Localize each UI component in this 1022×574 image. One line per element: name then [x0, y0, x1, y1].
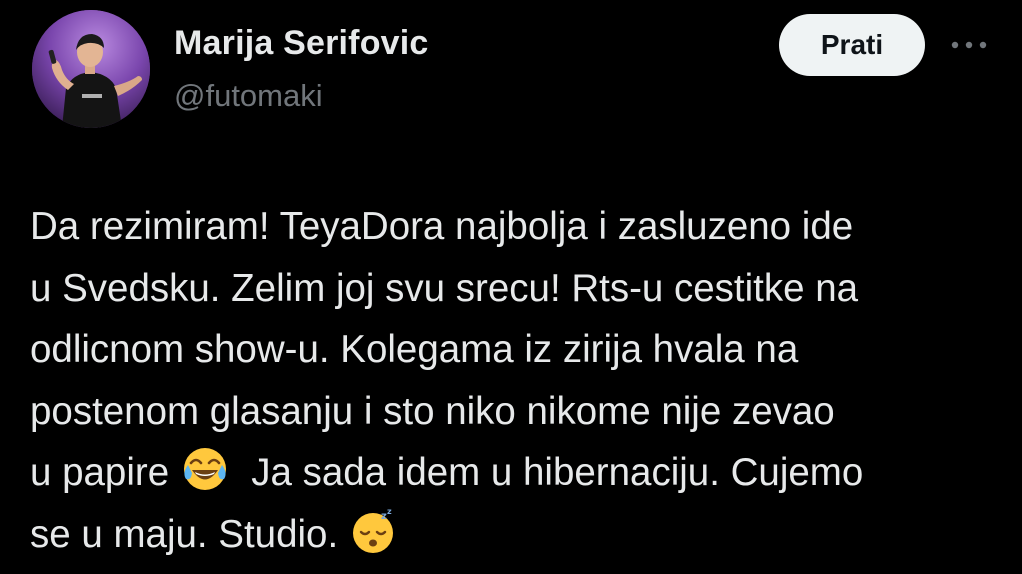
tweet-text-line: postenom glasanju i sto niko nikome nije…: [30, 389, 835, 433]
face-with-tears-of-joy-emoji: [180, 443, 230, 493]
author-handle[interactable]: @futomaki: [174, 78, 323, 114]
avatar-image: [32, 10, 150, 128]
tweet-card: Marija Serifovic @futomaki Prati Da rezi…: [0, 0, 1022, 574]
more-options-button[interactable]: [944, 28, 994, 62]
follow-button[interactable]: Prati: [779, 14, 925, 76]
author-name[interactable]: Marija Serifovic: [174, 24, 429, 63]
avatar[interactable]: [32, 10, 150, 128]
more-horizontal-icon: [951, 41, 987, 49]
svg-text:z: z: [387, 507, 392, 516]
tweet-text-line: Da rezimiram! TeyaDora najbolja i zasluz…: [30, 205, 854, 248]
tweet-text-line: se u maju. Studio. z z: [30, 504, 1005, 566]
sleeping-face-emoji: z z: [349, 505, 399, 555]
tweet-text-line: u papire Ja sada idem u hibernaciju. Cuj…: [30, 442, 1005, 504]
tweet-text-line: odlicnom show-u. Kolegama iz zirija hval…: [30, 328, 799, 371]
tweet-text-segment: se u maju. Studio.: [30, 512, 349, 556]
tweet-text-segment: Ja sada idem u hibernaciju. Cujemo: [229, 451, 864, 494]
follow-button-label: Prati: [820, 29, 884, 60]
tweet-text: Da rezimiram! TeyaDora najbolja i zasluz…: [30, 196, 1005, 565]
tweet-text-line: u Svedsku. Zelim joj svu srecu! Rts-u ce…: [30, 266, 859, 310]
tweet-text-segment: u papire: [30, 451, 180, 494]
